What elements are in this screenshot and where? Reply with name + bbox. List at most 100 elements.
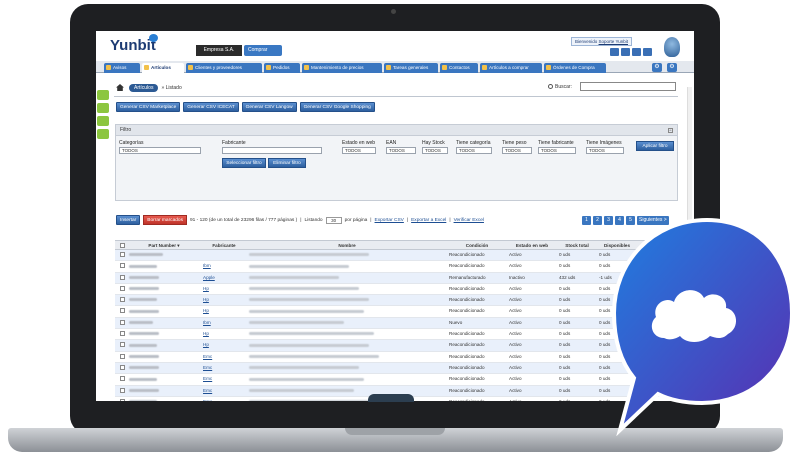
fabricante-cell[interactable]: Hp	[201, 329, 247, 339]
mail-icon[interactable]	[610, 48, 619, 56]
row-checkbox[interactable]	[120, 342, 125, 348]
breadcrumb-section[interactable]: Artículos	[129, 83, 159, 92]
table-row[interactable]: Hp Reacondicionado Activo 0 uds 0 uds	[115, 306, 678, 318]
row-checkbox[interactable]	[120, 376, 125, 382]
table-row[interactable]: Hp Reacondicionado Activo 0 uds 0 uds	[115, 295, 678, 307]
fabricante-cell[interactable]	[201, 250, 247, 260]
csv-langow-button[interactable]: Generar CSV Langow	[241, 102, 297, 112]
per-page-input[interactable]: 30	[325, 216, 342, 224]
csv-google-button[interactable]: Generar CSV Google Shopping	[299, 102, 375, 112]
fabricante-cell[interactable]: Emc	[201, 363, 247, 373]
tab-ordenes[interactable]: Órdenes de Compra	[544, 63, 606, 73]
col-condicion[interactable]: Condición	[447, 241, 507, 249]
settings-icon[interactable]: ⚙	[667, 63, 677, 72]
gear-icon[interactable]: ⚙	[652, 63, 662, 72]
table-row[interactable]: EmcReacondicionadoActivo0 uds0 uds	[115, 374, 678, 386]
table-row[interactable]: Hp Reacondicionado Activo 0 uds 0 uds	[115, 340, 678, 352]
row-checkbox[interactable]	[120, 387, 125, 393]
categorias-select[interactable]: TODOS	[119, 147, 201, 154]
col-part-number[interactable]: Part Number ▾	[127, 241, 201, 249]
eliminar-filtro-button[interactable]: Eliminar filtro	[268, 158, 306, 168]
insertar-button[interactable]: Insertar	[116, 215, 141, 225]
fabricante-cell[interactable]: Emc	[201, 397, 247, 401]
borrar-marcados-button[interactable]: Borrar marcados	[143, 215, 187, 225]
fabricante-cell[interactable]: Ibm	[201, 318, 247, 328]
tab-pedidos[interactable]: Pedidos	[264, 63, 300, 73]
tab-articulos[interactable]: Artículos	[142, 63, 184, 73]
row-checkbox[interactable]	[120, 319, 125, 325]
col-fabricante[interactable]: Fabricante	[201, 241, 247, 249]
side-tab-1[interactable]	[97, 90, 109, 100]
collapse-icon[interactable]: ^	[668, 128, 673, 133]
company-selector[interactable]: Empresa S.A.	[196, 45, 242, 56]
table-row[interactable]: Ibm Nuevo Activo 0 uds 0 uds	[115, 317, 678, 330]
tiene-categoria-select[interactable]: TODOS	[456, 147, 492, 154]
side-tab-2[interactable]	[97, 103, 109, 113]
row-checkbox[interactable]	[120, 398, 125, 401]
fabricante-cell[interactable]: Hp	[201, 340, 247, 350]
fabricante-cell[interactable]: Hp	[201, 295, 247, 305]
col-estado-web[interactable]: Estado en web	[507, 241, 557, 249]
side-tab-4[interactable]	[97, 129, 109, 139]
row-checkbox[interactable]	[120, 274, 125, 280]
filter-header[interactable]: Filtro ^	[116, 125, 677, 136]
seleccionar-filtro-button[interactable]: Seleccionar filtro	[222, 158, 266, 168]
export-excel-link[interactable]: Exportar a Excel	[411, 218, 446, 223]
page-2[interactable]: 2	[593, 216, 602, 225]
ean-select[interactable]: TODOS	[386, 147, 416, 154]
estado-web-select[interactable]: TODOS	[342, 147, 376, 154]
tools-icon[interactable]	[621, 48, 630, 56]
row-checkbox[interactable]	[120, 263, 125, 269]
table-row[interactable]: Hp Reacondicionado Activo 0 uds 0 uds	[115, 284, 678, 296]
support-link[interactable]: Soporte Yunbit	[599, 39, 628, 44]
table-row[interactable]: ReacondicionadoActivo0 uds0 uds0 uds	[115, 250, 678, 262]
fabricante-cell[interactable]: Hp	[201, 306, 247, 316]
search-input[interactable]	[580, 82, 676, 91]
fabricante-cell[interactable]: Emc	[201, 352, 247, 362]
table-row[interactable]: Ibm Reacondicionado Activo 0 uds 0 uds	[115, 261, 678, 273]
row-checkbox[interactable]	[120, 308, 125, 314]
tiene-peso-select[interactable]: TODOS	[502, 147, 532, 154]
screen-handle[interactable]	[368, 394, 414, 402]
fabricante-cell[interactable]: Ibm	[201, 261, 247, 271]
verify-excel-link[interactable]: Verificar Excel	[454, 218, 484, 223]
tab-tareas[interactable]: Tareas generales	[384, 63, 438, 73]
tab-contactos[interactable]: Contactos	[440, 63, 478, 73]
page-1[interactable]: 1	[582, 216, 591, 225]
row-checkbox[interactable]	[120, 364, 125, 370]
csv-icecat-button[interactable]: Generar CSV ICECAT	[183, 102, 239, 112]
side-tab-3[interactable]	[97, 116, 109, 126]
table-row[interactable]: Hp Reacondicionado Activo 0 uds 0 uds	[115, 329, 678, 341]
tab-clientes[interactable]: Clientes y proveedores	[186, 63, 262, 73]
tiene-fabricante-select[interactable]: TODOS	[538, 147, 576, 154]
row-checkbox[interactable]	[120, 297, 125, 303]
row-checkbox[interactable]	[120, 285, 125, 291]
csv-marketplace-button[interactable]: Generar CSV Marketplace	[116, 102, 181, 112]
home-icon[interactable]	[116, 84, 124, 91]
tab-avisos[interactable]: Avisos	[104, 63, 140, 73]
fabricante-cell[interactable]: Emc	[201, 374, 247, 384]
comprar-button[interactable]: Comprar	[244, 45, 282, 56]
flag-icon[interactable]	[643, 48, 652, 56]
row-checkbox[interactable]	[120, 252, 125, 257]
fabricante-cell[interactable]: Emc	[201, 386, 247, 396]
table-row[interactable]: EmcReacondicionadoActivo0 uds0 uds	[115, 362, 678, 375]
tiene-imagenes-select[interactable]: TODOS	[586, 147, 624, 154]
export-csv-link[interactable]: Exportar CSV	[375, 218, 404, 223]
select-all-checkbox[interactable]	[120, 243, 125, 248]
table-row[interactable]: Apple Remanufacturado Inactivo 432 uds -1 ud…	[115, 272, 678, 284]
fabricante-input[interactable]	[222, 147, 322, 154]
col-stock[interactable]: Stock total	[557, 241, 597, 249]
avatar[interactable]	[664, 37, 680, 57]
row-checkbox[interactable]	[120, 353, 125, 359]
col-nombre[interactable]: Nombre	[247, 241, 447, 249]
help-icon[interactable]	[632, 48, 641, 56]
aplicar-filtro-button[interactable]: Aplicar filtro	[636, 141, 674, 151]
row-checkbox[interactable]	[120, 331, 125, 337]
fabricante-cell[interactable]: Hp	[201, 284, 247, 294]
hay-stock-select[interactable]: TODOS	[422, 147, 448, 154]
tab-precios[interactable]: Mantenimiento de precios	[302, 63, 382, 73]
table-row[interactable]: EmcReacondicionadoActivo0 uds0 uds	[115, 352, 678, 363]
tab-articulos-comprar[interactable]: Artículos a comprar	[480, 63, 542, 73]
fabricante-cell[interactable]: Apple	[201, 273, 247, 283]
